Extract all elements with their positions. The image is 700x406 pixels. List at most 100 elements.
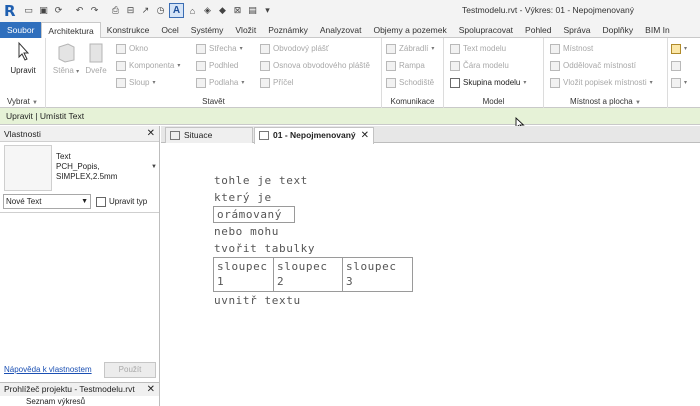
table-cell: sloupec 1	[214, 258, 274, 291]
tab-architecture[interactable]: Architektura	[41, 22, 101, 39]
curtain-system-tool[interactable]: Obvodový plášť	[260, 42, 329, 56]
undo-icon[interactable]: ↶	[73, 4, 86, 17]
room-icon	[550, 44, 560, 54]
column-tool[interactable]: Sloup ▾	[116, 76, 155, 90]
panel-build-label: Stavět	[202, 97, 225, 106]
area-boundary-icon	[671, 61, 681, 71]
tab-steel[interactable]: Ocel	[155, 22, 184, 38]
edit-type-button[interactable]: Upravit typ	[96, 194, 147, 209]
text-line-1[interactable]: tohle je text	[214, 174, 308, 187]
ramp-icon	[386, 61, 396, 71]
model-line-icon	[450, 61, 460, 71]
ceiling-tool[interactable]: Podhled	[196, 59, 238, 73]
text-line-6[interactable]: uvnitř textu	[214, 294, 301, 307]
open-icon[interactable]: ▭	[22, 4, 35, 17]
column-icon	[116, 78, 126, 88]
area-tool[interactable]: ▾	[671, 42, 687, 56]
modify-button[interactable]: Upravit	[5, 41, 41, 75]
measure-icon[interactable]: ⊟	[124, 4, 137, 17]
plan-view-icon	[170, 131, 180, 140]
text-line-2[interactable]: který je	[214, 191, 272, 204]
dimension-icon[interactable]: ↗	[139, 4, 152, 17]
tab-massing-site[interactable]: Objemy a pozemek	[367, 22, 452, 38]
redo-icon[interactable]: ↷	[88, 4, 101, 17]
type-dropdown-icon[interactable]: ▼	[151, 164, 157, 170]
area-boundary-tool[interactable]	[671, 59, 681, 73]
room-separator-tool[interactable]: Oddělovač místností	[550, 59, 636, 73]
tag-icon[interactable]: ◷	[154, 4, 167, 17]
revit-logo-icon[interactable]: R	[4, 2, 18, 20]
table-cell: sloupec 2	[274, 258, 343, 291]
panel-model: Text modelu Čára modelu Skupina modelu ▾ …	[444, 38, 544, 108]
room-tag-tool[interactable]: Vložit popisek místnosti ▾	[550, 76, 653, 90]
modify-button-label: Upravit	[10, 66, 36, 75]
close-hidden-icon[interactable]: ⊠	[231, 4, 244, 17]
tab-insert[interactable]: Vložit	[229, 22, 262, 38]
window-icon	[116, 44, 126, 54]
customize-qat-icon[interactable]: ▾	[261, 4, 274, 17]
drawing-canvas[interactable]: tohle je text který je orámovaný nebo mo…	[161, 144, 700, 406]
tab-annotate[interactable]: Poznámky	[262, 22, 314, 38]
close-browser-icon[interactable]: ✕	[147, 383, 155, 396]
panel-select-label[interactable]: Vybrat ▼	[0, 97, 45, 106]
tab-view[interactable]: Pohled	[519, 22, 557, 38]
component-tool[interactable]: Komponenta ▾	[116, 59, 180, 73]
panel-room-area-label[interactable]: Místnost a plocha ▼	[544, 97, 667, 106]
railing-icon	[386, 44, 396, 54]
sync-icon[interactable]: ⟳	[52, 4, 65, 17]
close-view-tab-icon[interactable]: ✕	[361, 128, 369, 143]
type-selector[interactable]: Text PCH_Popis, SIMPLEX,2.5mm	[56, 152, 117, 182]
tab-systems[interactable]: Systémy	[185, 22, 230, 38]
roof-tool[interactable]: Střecha ▾	[196, 42, 243, 56]
stair-tool[interactable]: Schodiště	[386, 76, 434, 90]
text-line-4[interactable]: nebo mohu	[214, 225, 279, 238]
tab-structure[interactable]: Konstrukce	[101, 22, 156, 38]
tab-analyze[interactable]: Analyzovat	[314, 22, 368, 38]
ramp-tool[interactable]: Rampa	[386, 59, 425, 73]
door-icon	[89, 43, 103, 63]
ribbon-tabs: Soubor Architektura Konstrukce Ocel Syst…	[0, 22, 700, 39]
options-bar: Upravit | Umístit Text	[0, 108, 700, 125]
floor-icon	[196, 78, 206, 88]
text-line-5[interactable]: tvořit tabulky	[214, 242, 315, 255]
tab-collaborate[interactable]: Spolupracovat	[453, 22, 519, 38]
browser-item-sheets[interactable]: Seznam výkresů	[26, 397, 85, 406]
text-tool-icon[interactable]: A	[169, 3, 184, 18]
section-icon[interactable]: ◈	[201, 4, 214, 17]
text-table[interactable]: sloupec 1 sloupec 2 sloupec 3	[213, 257, 413, 292]
mullion-tool[interactable]: Příčel	[260, 76, 293, 90]
apply-button[interactable]: Použít	[104, 362, 156, 378]
tab-addins[interactable]: Doplňky	[596, 22, 639, 38]
door-button[interactable]: Dveře	[78, 41, 114, 75]
room-tool[interactable]: Místnost	[550, 42, 593, 56]
model-line-tool[interactable]: Čára modelu	[450, 59, 509, 73]
tab-manage[interactable]: Správa	[558, 22, 597, 38]
print-icon[interactable]: ⎙	[109, 4, 122, 17]
tab-file[interactable]: Soubor	[0, 22, 42, 38]
curtain-grid-tool[interactable]: Osnova obvodového pláště	[260, 59, 370, 73]
railing-tool[interactable]: Zábradlí ▾	[386, 42, 434, 56]
model-group-tool[interactable]: Skupina modelu ▾	[450, 76, 526, 90]
switch-windows-icon[interactable]: ▤	[246, 4, 259, 17]
tab-view-sheet-01[interactable]: 01 - Nepojmenovaný ✕	[254, 127, 374, 144]
window-tool[interactable]: Okno	[116, 42, 148, 56]
tab-bim[interactable]: BIM In	[639, 22, 676, 38]
text-line-framed[interactable]: orámovaný	[217, 208, 282, 221]
panel-model-label: Model	[482, 97, 505, 106]
area-tag-tool[interactable]: ▾	[671, 76, 687, 90]
instance-filter-select[interactable]: Nové Text ▼	[3, 194, 91, 209]
properties-help-link[interactable]: Nápověda k vlastnostem	[4, 365, 92, 374]
model-text-tool[interactable]: Text modelu	[450, 42, 506, 56]
save-icon[interactable]: ▣	[37, 4, 50, 17]
floor-tool[interactable]: Podlaha ▾	[196, 76, 244, 90]
tab-view-site[interactable]: Situace	[165, 127, 253, 143]
area-tag-icon	[671, 78, 681, 88]
curtain-grid-icon	[260, 61, 270, 71]
3d-view-icon[interactable]: ⌂	[186, 4, 199, 17]
thin-lines-icon[interactable]: ◆	[216, 4, 229, 17]
close-properties-icon[interactable]: ✕	[147, 126, 155, 142]
type-preview	[4, 145, 52, 191]
room-tag-icon	[550, 78, 560, 88]
ribbon: Upravit Vybrat ▼ Stěna ▾ Dveře Okno Komp…	[0, 38, 700, 108]
project-browser-header: Prohlížeč projektu - Testmodelu.rvt ✕	[0, 383, 159, 396]
